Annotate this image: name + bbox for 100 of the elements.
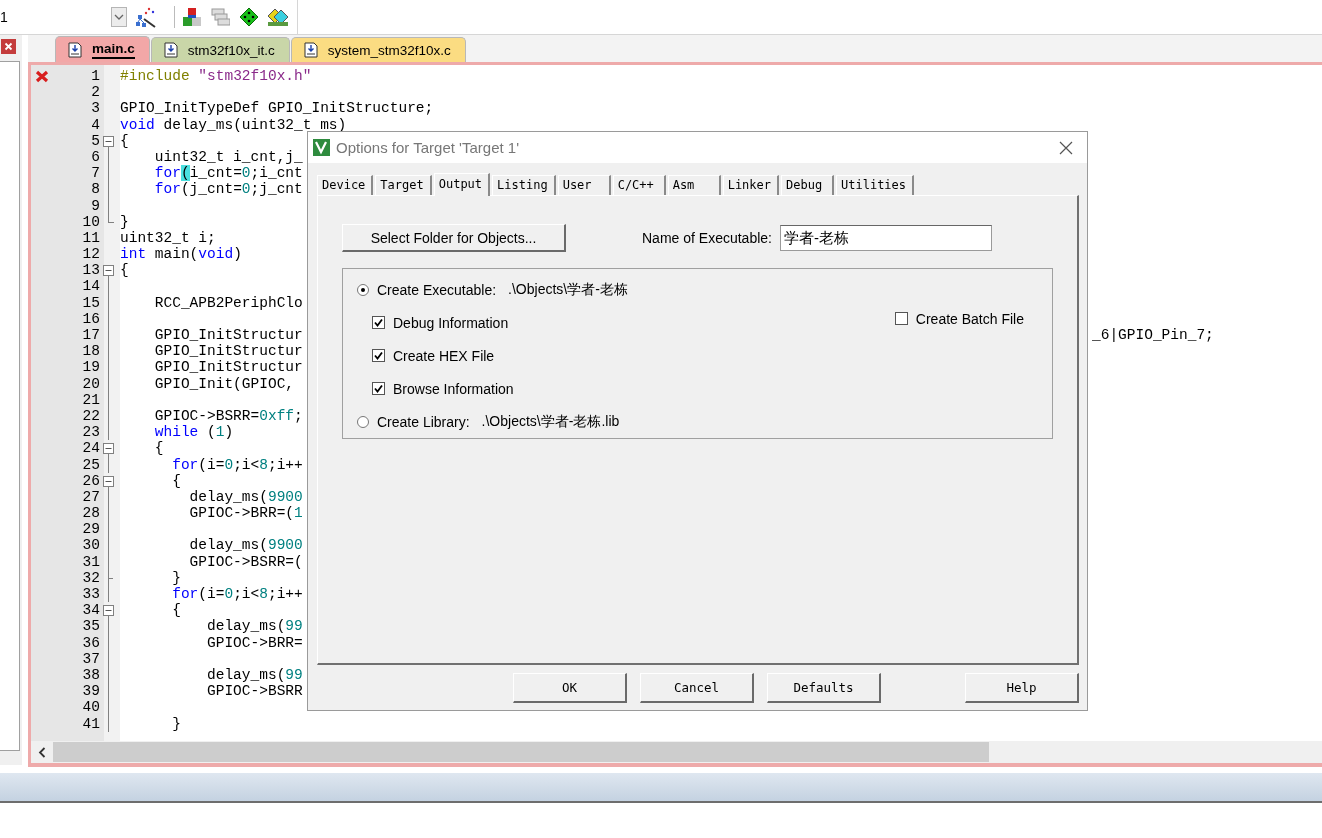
line-number: 21 <box>82 391 100 408</box>
close-icon[interactable] <box>1 38 16 54</box>
checkbox[interactable] <box>372 349 385 362</box>
code-line: { <box>153 440 164 457</box>
line-number: 5 <box>91 132 100 149</box>
option-label: Create Batch File <box>915 310 1024 327</box>
line-number: 8 <box>91 181 100 198</box>
field-label: Name of Executable: <box>642 230 772 246</box>
defaults-button[interactable]: Defaults <box>767 673 881 703</box>
checkbox[interactable] <box>372 316 385 329</box>
scroll-left-icon[interactable] <box>38 746 46 758</box>
option-label: Browse Information <box>393 380 514 397</box>
code-line: delay_ms(99 <box>206 618 303 635</box>
line-number: 34 <box>82 602 100 619</box>
collapse-icon[interactable] <box>103 443 114 455</box>
line-number: 15 <box>82 294 100 311</box>
output-path: .\Objects\学者-老栋.lib <box>481 412 620 431</box>
collapse-icon[interactable] <box>103 475 114 487</box>
line-number: 33 <box>82 586 100 603</box>
code-line: for(i=0;i<8;i++ <box>171 456 303 473</box>
cancel-button[interactable]: Cancel <box>640 673 754 703</box>
dialog-tab[interactable]: Target <box>375 175 432 195</box>
document-icon <box>163 42 178 58</box>
line-number: 18 <box>82 343 100 360</box>
line-number: 10 <box>82 213 100 230</box>
line-number: 1 <box>91 68 100 85</box>
line-number: 24 <box>82 440 100 457</box>
code-line: { <box>120 132 129 149</box>
code-line: { <box>171 472 181 489</box>
dropdown-button[interactable] <box>111 7 128 27</box>
radio-button[interactable] <box>357 283 369 296</box>
dialog-tab[interactable]: Utilities <box>836 175 915 195</box>
code-line: void delay_ms(uint32_t ms) <box>120 116 347 133</box>
line-number: 20 <box>82 375 100 392</box>
line-number: 6 <box>91 148 100 166</box>
dialog-tab[interactable]: Asm <box>667 175 721 195</box>
code-line: } <box>120 213 129 230</box>
ok-button[interactable]: OK <box>513 673 627 703</box>
checkbox[interactable] <box>372 382 385 395</box>
output-path: .\Objects\学者-老栋 <box>508 280 628 299</box>
collapse-icon[interactable] <box>103 265 114 277</box>
line-number: 38 <box>82 666 100 684</box>
line-number: 13 <box>82 262 100 279</box>
scrollbar-thumb[interactable] <box>53 742 989 762</box>
dialog-tab[interactable]: User <box>557 175 611 195</box>
line-number: 35 <box>82 618 100 635</box>
option-label: Create Executable: <box>377 281 497 298</box>
dialog-title: Options for Target 'Target 1' <box>336 139 521 156</box>
code-line: GPIO_InitStructur <box>153 343 303 360</box>
radio-button[interactable] <box>357 415 369 428</box>
line-number: 23 <box>82 424 100 441</box>
dialog-tab[interactable]: Device <box>317 175 374 195</box>
option-label: Create HEX File <box>393 347 495 364</box>
file-tab[interactable]: main.c <box>55 36 150 62</box>
code-line: delay_ms(9900 <box>188 488 303 505</box>
line-number: 7 <box>91 165 100 182</box>
diamond-icon[interactable] <box>238 7 258 27</box>
collapse-icon[interactable] <box>103 135 114 147</box>
collapse-icon[interactable] <box>103 605 114 617</box>
code-line: for(i=0;i<8;i++ <box>171 586 303 602</box>
code-line: { <box>120 262 129 279</box>
dialog-tab[interactable]: Linker <box>722 175 779 195</box>
dialog-tab[interactable]: Listing <box>492 175 556 195</box>
app-icon <box>313 139 330 156</box>
code-line: uint32_t i; <box>120 229 216 246</box>
code-line: GPIO_InitStructur <box>153 359 303 376</box>
select-folder-button[interactable]: Select Folder for Objects... <box>342 224 566 252</box>
code-line: } <box>171 569 181 586</box>
code-line: GPIOC->BRR= <box>206 634 303 651</box>
line-number: 41 <box>82 715 100 732</box>
line-number: 39 <box>82 683 100 700</box>
line-number: 12 <box>82 246 100 263</box>
code-line: #include "stm32f10x.h" <box>120 68 312 84</box>
blocks-icon[interactable] <box>182 7 202 27</box>
line-number: 3 <box>91 100 100 117</box>
diamonds-icon[interactable] <box>266 7 288 27</box>
line-number: 9 <box>91 197 100 214</box>
combo-field[interactable]: 1 <box>0 6 112 28</box>
code-line: GPIOC->BRR=(1 <box>188 505 303 522</box>
code-line: uint32_t i_cnt,j_ <box>153 148 303 165</box>
code-line: RCC_APB2PeriphClo <box>153 294 303 311</box>
document-icon <box>68 41 82 58</box>
file-tab[interactable]: system_stm32f10x.c <box>290 37 466 62</box>
line-number: 2 <box>91 84 100 101</box>
name-field[interactable]: 学者-老栋 <box>779 225 992 251</box>
option-label: Debug Information <box>393 314 509 331</box>
help-button[interactable]: Help <box>965 673 1079 703</box>
code-line: GPIOC->BSRR=( <box>188 553 303 570</box>
line-number: 14 <box>82 278 100 295</box>
magic-wand-icon[interactable] <box>135 6 157 28</box>
code-line: GPIO_Init(GPIOC, <box>153 375 295 392</box>
document-icon <box>303 42 318 58</box>
close-icon[interactable] <box>1059 140 1073 155</box>
dialog-tab[interactable]: Debug <box>781 175 834 195</box>
dialog-tab[interactable]: Output <box>433 173 491 196</box>
checkbox[interactable] <box>894 312 908 325</box>
file-tab[interactable]: stm32f10x_it.c <box>150 37 290 62</box>
dialog-tab[interactable]: C/C++ <box>612 175 666 195</box>
code-line: for(j_cnt=0;j_cnt <box>153 181 303 198</box>
line-number: 22 <box>82 407 100 425</box>
